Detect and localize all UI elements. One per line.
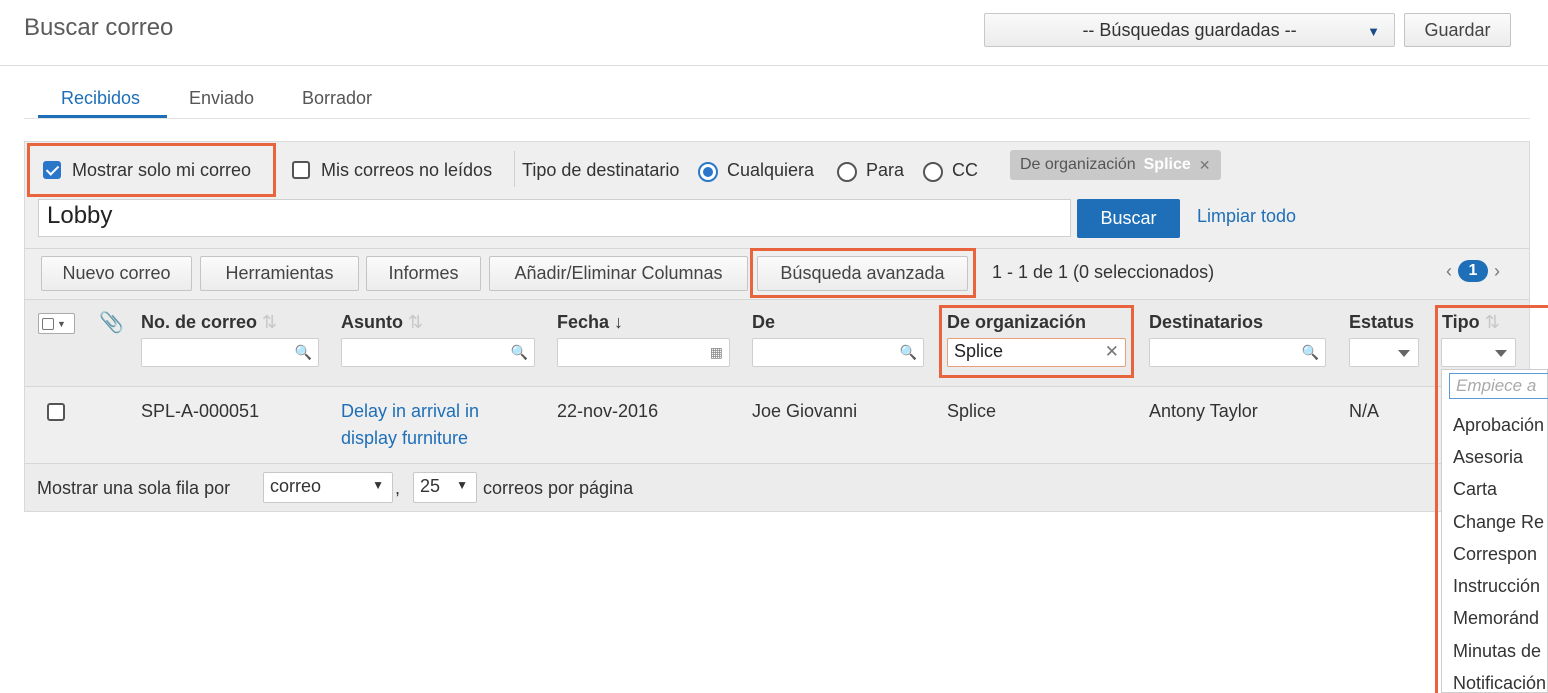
sort-desc-icon[interactable]: ↓ xyxy=(614,312,623,332)
save-search-button[interactable]: Guardar xyxy=(1404,13,1511,47)
cell-date: 22-nov-2016 xyxy=(557,401,659,421)
sort-icon[interactable]: ⇅ xyxy=(262,312,277,332)
caret-down-icon: ▼ xyxy=(1367,24,1380,39)
prev-page-icon[interactable]: ‹ xyxy=(1446,261,1452,282)
radio-cc[interactable] xyxy=(923,162,943,187)
result-count: 1 - 1 de 1 (0 seleccionados) xyxy=(992,262,1215,282)
page-number[interactable]: 1 xyxy=(1458,260,1488,282)
filter-divider xyxy=(514,151,515,187)
tools-button[interactable]: Herramientas xyxy=(200,256,359,291)
radio-any[interactable] xyxy=(698,162,718,187)
calendar-icon[interactable]: ▦ xyxy=(710,344,723,361)
search-button[interactable]: Buscar xyxy=(1077,199,1180,238)
row-unit-select[interactable]: correo ▼ xyxy=(263,472,393,503)
chip-key: De organización xyxy=(1020,156,1136,173)
next-page-icon[interactable]: › xyxy=(1494,261,1500,282)
search-icon: 🔍 xyxy=(294,344,312,360)
table-footer xyxy=(25,464,1529,511)
sort-icon[interactable]: ⇅ xyxy=(408,312,423,332)
col-date-label: Fecha xyxy=(557,312,610,332)
footer-comma: , xyxy=(395,478,401,498)
active-tab-indicator xyxy=(38,115,167,118)
recipient-type-label: Tipo de destinatario xyxy=(522,160,680,180)
search-input[interactable]: Lobby xyxy=(38,199,1071,237)
search-icon: 🔍 xyxy=(1301,344,1319,360)
date-filter-input[interactable]: ▦ xyxy=(557,338,730,367)
per-page-label: correos por página xyxy=(483,478,634,498)
radio-cc-label: CC xyxy=(952,160,978,180)
col-recipients-header[interactable]: Destinatarios xyxy=(1149,312,1263,333)
row-checkbox[interactable] xyxy=(47,403,65,426)
org-filter-value: Splice xyxy=(954,341,1004,361)
cell-org: Splice xyxy=(947,401,997,421)
radio-to-label: Para xyxy=(866,160,905,180)
saved-searches-select[interactable]: -- Búsquedas guardadas -- ▼ xyxy=(984,13,1395,47)
only-mine-checkbox[interactable] xyxy=(43,161,61,184)
col-number-label: No. de correo xyxy=(141,312,258,332)
radio-any-label: Cualquiera xyxy=(727,160,815,180)
active-filter-chip: De organización Splice ✕ xyxy=(1010,150,1221,180)
col-org-header[interactable]: De organización xyxy=(947,312,1086,333)
pager: ‹ 1 › xyxy=(1446,260,1500,282)
status-filter-select[interactable] xyxy=(1349,338,1419,367)
from-filter-input[interactable]: 🔍 xyxy=(752,338,924,367)
radio-to[interactable] xyxy=(837,162,857,187)
tabs-divider xyxy=(24,118,1530,119)
highlight-type-column xyxy=(1435,305,1548,693)
clear-icon[interactable]: ✕ xyxy=(1105,342,1119,362)
cell-subject-link[interactable]: Delay in arrival in display furniture xyxy=(341,398,511,452)
cell-from: Joe Giovanni xyxy=(752,401,858,421)
search-icon: 🔍 xyxy=(510,344,528,360)
number-filter-input[interactable]: 🔍 xyxy=(141,338,319,367)
page-title: Buscar correo xyxy=(24,14,174,41)
unread-checkbox[interactable] xyxy=(292,161,310,184)
tab-enviado[interactable]: Enviado xyxy=(189,88,254,109)
caret-down-icon: ▼ xyxy=(372,478,384,492)
caret-down-icon: ▼ xyxy=(456,478,468,492)
new-mail-button[interactable]: Nuevo correo xyxy=(41,256,192,291)
cell-recipients: Antony Taylor xyxy=(1149,401,1258,421)
col-from-header[interactable]: De xyxy=(752,312,775,333)
tab-borrador[interactable]: Borrador xyxy=(302,88,372,109)
recipients-filter-input[interactable]: 🔍 xyxy=(1149,338,1326,367)
header-divider xyxy=(0,65,1548,66)
saved-searches-label: -- Búsquedas guardadas -- xyxy=(1082,19,1297,40)
per-page-value: 25 xyxy=(420,476,441,496)
caret-down-icon xyxy=(1398,350,1410,357)
search-icon: 🔍 xyxy=(899,344,917,360)
row-unit-value: correo xyxy=(270,476,322,496)
only-mine-label: Mostrar solo mi correo xyxy=(72,160,252,180)
unread-label: Mis correos no leídos xyxy=(321,160,493,180)
org-filter-input[interactable]: Splice ✕ xyxy=(947,338,1126,367)
col-subject-header[interactable]: Asunto ⇅ xyxy=(341,312,423,333)
add-remove-columns-button[interactable]: Añadir/Eliminar Columnas xyxy=(489,256,748,291)
col-number-header[interactable]: No. de correo ⇅ xyxy=(141,312,277,333)
col-status-header[interactable]: Estatus xyxy=(1349,312,1414,333)
chip-value: Splice xyxy=(1143,156,1191,173)
chip-close-icon[interactable]: ✕ xyxy=(1199,157,1211,174)
select-all-dropdown[interactable]: ▼ xyxy=(38,313,75,334)
clear-all-link[interactable]: Limpiar todo xyxy=(1197,206,1296,227)
per-page-select[interactable]: 25 ▼ xyxy=(413,472,477,503)
cell-number: SPL-A-000051 xyxy=(141,401,260,421)
subject-filter-input[interactable]: 🔍 xyxy=(341,338,535,367)
reports-button[interactable]: Informes xyxy=(366,256,481,291)
paperclip-icon: 📎 xyxy=(99,312,124,334)
single-row-label: Mostrar una sola fila por xyxy=(37,478,231,498)
cell-status: N/A xyxy=(1349,401,1380,421)
advanced-search-button[interactable]: Búsqueda avanzada xyxy=(757,256,968,291)
col-subject-label: Asunto xyxy=(341,312,403,332)
col-date-header[interactable]: Fecha ↓ xyxy=(557,312,623,333)
tab-recibidos[interactable]: Recibidos xyxy=(61,88,140,109)
